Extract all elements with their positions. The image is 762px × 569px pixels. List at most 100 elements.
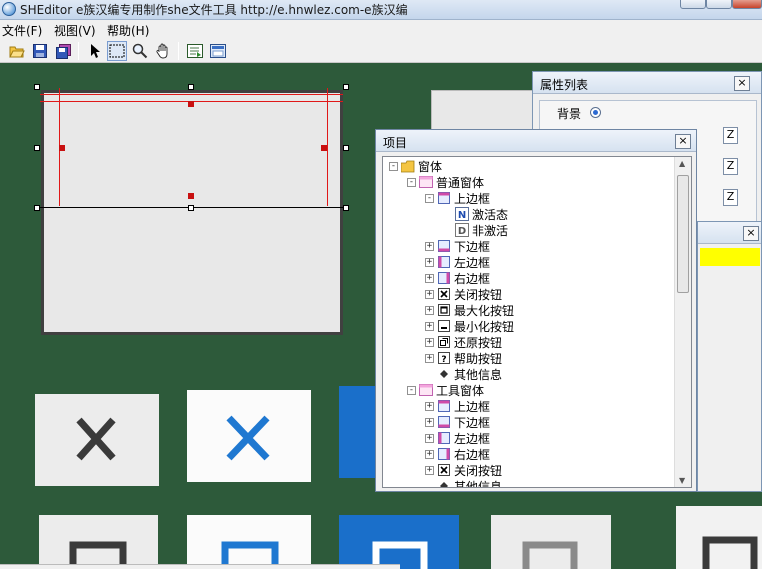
- guide-handle[interactable]: [188, 193, 194, 199]
- tree-expander[interactable]: +: [425, 401, 434, 411]
- pan-hand-icon[interactable]: [153, 41, 173, 61]
- tree-item[interactable]: + 左边框: [425, 430, 490, 446]
- tree-expander[interactable]: +: [425, 257, 434, 267]
- maximize-dark-icon[interactable]: [676, 506, 762, 569]
- tree-item[interactable]: 其他信息: [425, 366, 502, 382]
- maximize-blue-solid-icon[interactable]: [339, 515, 459, 569]
- tree-item[interactable]: +? 帮助按钮: [425, 350, 502, 366]
- border-right-icon: [437, 271, 451, 285]
- tree-expander[interactable]: -: [407, 385, 416, 395]
- maximize-window-button[interactable]: [706, 0, 732, 9]
- save-icon[interactable]: [30, 41, 50, 61]
- tree-item[interactable]: + 下边框: [425, 238, 490, 254]
- tree-expander[interactable]: +: [425, 241, 434, 251]
- property-panel-title: 属性列表: [540, 78, 589, 92]
- close-blue-icon[interactable]: [187, 390, 311, 482]
- tree-scrollbar[interactable]: ▲ ▼: [674, 157, 691, 487]
- tree-expander[interactable]: +: [425, 337, 434, 347]
- field-button[interactable]: Z: [723, 189, 738, 206]
- tree-expander[interactable]: +: [425, 289, 434, 299]
- tree-expander[interactable]: -: [407, 177, 416, 187]
- tree-expander[interactable]: +: [425, 353, 434, 363]
- tree-item[interactable]: + 右边框: [425, 446, 490, 462]
- guide-handle[interactable]: [188, 101, 194, 107]
- resize-handle[interactable]: [343, 205, 349, 211]
- tree-item-label: 最小化按钮: [454, 319, 515, 334]
- tree-item-label: 下边框: [454, 415, 491, 430]
- tree-item[interactable]: + 左边框: [425, 254, 490, 270]
- select-rect-icon[interactable]: [107, 41, 127, 61]
- background-radio[interactable]: [590, 107, 601, 118]
- tree-item[interactable]: + 关闭按钮: [425, 462, 502, 478]
- tree-item[interactable]: + 上边框: [425, 398, 490, 414]
- secondary-panel-close-button[interactable]: ×: [743, 226, 759, 241]
- tree-item[interactable]: + 最大化按钮: [425, 302, 514, 318]
- items-panel-close-button[interactable]: ×: [675, 134, 691, 149]
- color-swatch[interactable]: [700, 248, 760, 266]
- diamond-icon: [437, 479, 451, 487]
- maximize-blue-icon[interactable]: [187, 515, 311, 569]
- close-gray-icon[interactable]: [35, 394, 159, 486]
- field-button[interactable]: Z: [723, 127, 738, 144]
- tree-item[interactable]: - 普通窗体: [407, 174, 484, 190]
- border-bottom-icon: [437, 415, 451, 429]
- save-all-icon[interactable]: [53, 41, 73, 61]
- preview-icon[interactable]: [185, 41, 205, 61]
- resize-handle[interactable]: [343, 84, 349, 90]
- open-folder-icon[interactable]: [7, 41, 27, 61]
- tree-item[interactable]: + 右边框: [425, 270, 490, 286]
- resize-handle[interactable]: [188, 84, 194, 90]
- resize-handle[interactable]: [34, 145, 40, 151]
- tree-item[interactable]: - 窗体: [389, 158, 442, 174]
- tree-item-label: 下边框: [454, 239, 491, 254]
- close-active-tile[interactable]: [339, 386, 379, 478]
- tree-expander[interactable]: +: [425, 449, 434, 459]
- close-window-button[interactable]: [732, 0, 762, 9]
- tree-item[interactable]: D 非激活: [443, 222, 508, 238]
- scroll-thumb[interactable]: [677, 175, 689, 293]
- tree-item-label: 其他信息: [454, 367, 503, 382]
- maximize-gray-icon[interactable]: [39, 515, 158, 569]
- resize-handle[interactable]: [34, 84, 40, 90]
- maximize-light-icon[interactable]: [491, 515, 611, 569]
- tree-item[interactable]: - 上边框: [425, 190, 490, 206]
- tree-item[interactable]: N 激活态: [443, 206, 508, 222]
- tree-expander[interactable]: +: [425, 433, 434, 443]
- pointer-icon[interactable]: [85, 41, 105, 61]
- settings-icon[interactable]: [208, 41, 228, 61]
- menu-bar: 文件(F) 视图(V) 帮助(H): [0, 20, 762, 39]
- tree-item[interactable]: + 最小化按钮: [425, 318, 514, 334]
- guide-handle[interactable]: [321, 145, 327, 151]
- property-panel-close-button[interactable]: ×: [734, 76, 750, 91]
- tree-item-label: 右边框: [454, 447, 491, 462]
- minimize-window-button[interactable]: [680, 0, 706, 9]
- zoom-icon[interactable]: [130, 41, 150, 61]
- tree-item[interactable]: 其他信息: [425, 478, 502, 487]
- tree-expander[interactable]: +: [425, 321, 434, 331]
- border-left-icon: [437, 431, 451, 445]
- tree-item[interactable]: - 工具窗体: [407, 382, 484, 398]
- tree-expander[interactable]: +: [425, 273, 434, 283]
- tree-item-label: 工具窗体: [436, 383, 485, 398]
- resize-handle[interactable]: [343, 145, 349, 151]
- tree-item[interactable]: + 关闭按钮: [425, 286, 502, 302]
- resize-handle[interactable]: [34, 205, 40, 211]
- menu-file[interactable]: 文件(F): [2, 22, 42, 39]
- menu-view[interactable]: 视图(V): [54, 22, 96, 39]
- tree-expander[interactable]: +: [425, 305, 434, 315]
- help-box-icon: ?: [437, 351, 451, 365]
- tree-expander[interactable]: +: [425, 417, 434, 427]
- resize-handle[interactable]: [188, 205, 194, 211]
- tree-item[interactable]: + 还原按钮: [425, 334, 502, 350]
- items-tree[interactable]: ▲ ▼ - 窗体 - 普通窗体 - 上边框 N 激活态 D 非激活 + 下边框 + 左边框 + 右边框 + 关闭按…: [382, 156, 692, 488]
- field-button[interactable]: Z: [723, 158, 738, 175]
- scroll-up-arrow[interactable]: ▲: [679, 159, 685, 168]
- menu-help[interactable]: 帮助(H): [107, 22, 149, 39]
- tree-expander[interactable]: +: [425, 465, 434, 475]
- scroll-down-arrow[interactable]: ▼: [679, 476, 685, 485]
- tree-item[interactable]: + 下边框: [425, 414, 490, 430]
- guide-handle[interactable]: [59, 145, 65, 151]
- tree-expander[interactable]: -: [389, 161, 398, 171]
- form-preview[interactable]: [41, 90, 343, 335]
- tree-expander[interactable]: -: [425, 193, 434, 203]
